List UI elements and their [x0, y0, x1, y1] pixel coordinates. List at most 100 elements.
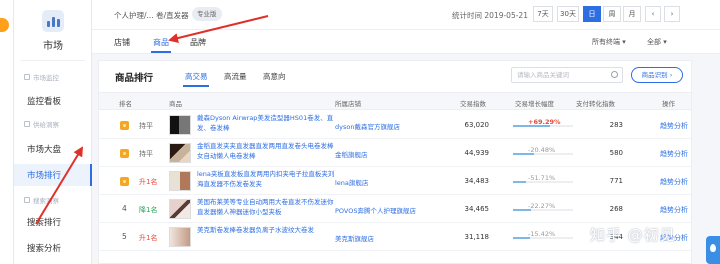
- conversion-index-value: 580: [609, 149, 623, 157]
- range-month-button[interactable]: 月: [623, 6, 641, 22]
- conversion-index-value: 771: [609, 177, 623, 185]
- sidebar-brand[interactable]: 市场: [14, 10, 92, 52]
- trade-growth-value: -20.48%: [528, 146, 556, 154]
- product-thumbnail[interactable]: [169, 199, 191, 219]
- edition-badge: 专业版: [192, 7, 222, 21]
- floating-helper-button[interactable]: [706, 236, 720, 264]
- product-thumbnail[interactable]: [169, 115, 191, 135]
- monitor-icon: [24, 74, 30, 80]
- terminal-select[interactable]: 所有终端 ▾: [592, 37, 626, 47]
- range-day-button[interactable]: 日: [583, 6, 601, 22]
- screen: 市场 市场监控 监控看板 供给洞察 市场大盘 市场排行 搜索洞察 搜索排行 搜索…: [0, 0, 720, 264]
- tab-brand[interactable]: 品牌: [190, 37, 206, 48]
- shop-name-link[interactable]: dyson戴森官方旗舰店: [335, 121, 400, 131]
- subtab-high-traffic[interactable]: 高流量: [224, 71, 247, 82]
- shop-name-link[interactable]: 金稻旗舰店: [335, 149, 368, 159]
- prev-date-button[interactable]: ‹: [645, 6, 661, 22]
- product-thumbnail[interactable]: [169, 143, 191, 163]
- shop-name-link[interactable]: 美克斯旗舰店: [335, 233, 374, 243]
- rank-number: 4: [122, 204, 127, 213]
- supply-icon: [24, 121, 30, 127]
- sidebar-item-label: 监控看板: [27, 97, 62, 107]
- range-week-button[interactable]: 周: [603, 6, 621, 22]
- product-thumbnail[interactable]: [169, 227, 191, 247]
- rank-change: 降1名: [139, 206, 158, 214]
- scope-select[interactable]: 全部 ▾: [647, 37, 667, 47]
- product-name-link[interactable]: lena夹板直发板直发两用内扣夹电子拉直板夹刘海直发器不伤发卷发夹: [197, 170, 339, 189]
- rank-medal-icon: [120, 121, 129, 130]
- col-trade-growth[interactable]: 交易增长幅度: [515, 98, 554, 108]
- trade-index-value: 31,118: [464, 233, 490, 241]
- rank-change: 持平: [139, 122, 153, 130]
- tab-product[interactable]: 商品: [153, 37, 169, 48]
- left-rail: [0, 0, 14, 264]
- trend-analysis-link[interactable]: 趋势分析: [660, 205, 688, 215]
- rank-medal-icon: [120, 149, 129, 158]
- sidebar-item-market-overview[interactable]: 市场大盘: [14, 138, 92, 160]
- tab-shop[interactable]: 店铺: [114, 37, 130, 48]
- trend-analysis-link[interactable]: 趋势分析: [660, 121, 688, 131]
- product-search-input[interactable]: 请输入商品关键词: [511, 67, 623, 83]
- trade-growth-value: +69.29%: [528, 118, 561, 126]
- col-shop: 所属店铺: [335, 100, 361, 108]
- trend-analysis-link[interactable]: 趋势分析: [660, 149, 688, 159]
- col-product: 商品: [169, 100, 182, 108]
- search-placeholder: 请输入商品关键词: [517, 71, 569, 79]
- sidebar-divider: [20, 60, 85, 61]
- stat-time: 统计时间 2019-05-21: [452, 11, 528, 20]
- shop-name-link[interactable]: POVOS奔腾个人护理旗舰店: [335, 205, 416, 215]
- sidebar-item-label: 市场排行: [27, 171, 62, 181]
- next-date-button[interactable]: ›: [664, 6, 680, 22]
- sidebar-item-label: 市场大盘: [27, 145, 62, 155]
- col-rank: 排名: [119, 100, 132, 108]
- table-row: 4 降1名 美国布莱美等专业自动两用大卷直发不伤发迷你直发器懒人神器迷你小型夹板 PO…: [99, 195, 691, 223]
- trade-index-value: 34,483: [464, 177, 490, 185]
- trade-index-value: 34,465: [464, 205, 490, 213]
- shop-name-link[interactable]: lena旗舰店: [335, 177, 368, 187]
- sidebar: 市场 市场监控 监控看板 供给洞察 市场大盘 市场排行 搜索洞察 搜索排行 搜索…: [14, 0, 92, 264]
- sidebar-section-supply: 供给洞察: [24, 119, 59, 129]
- rank-change: 升1名: [139, 234, 158, 242]
- sidebar-section-label: 搜索洞察: [33, 197, 59, 205]
- col-action: 操作: [662, 100, 675, 108]
- col-conversion-index[interactable]: 支付转化指数: [576, 98, 615, 108]
- product-identify-button[interactable]: 商品识别 ›: [631, 67, 683, 83]
- rank-change: 持平: [139, 150, 153, 158]
- table-row: 持平 戴森Dyson Airwrap美发造型器HS01卷发、直发、卷发棒 dyson…: [99, 111, 691, 139]
- watermark: 知乎 @初见: [590, 226, 676, 244]
- sidebar-item-label: 搜索分析: [27, 244, 62, 254]
- sidebar-brand-label: 市场: [43, 41, 63, 52]
- market-chart-icon: [42, 10, 64, 32]
- sidebar-item-monitor-board[interactable]: 监控看板: [14, 90, 92, 112]
- active-subtab-underline: [183, 85, 209, 87]
- sidebar-section-search: 搜索洞察: [24, 195, 59, 205]
- search-insight-icon: [24, 197, 30, 203]
- product-name-link[interactable]: 戴森Dyson Airwrap美发造型器HS01卷发、直发、卷发棒: [197, 114, 339, 133]
- rank-medal-icon: [120, 177, 129, 186]
- product-name-link[interactable]: 美克斯卷发棒卷发器负离子水波纹大卷发: [197, 226, 339, 236]
- range-30d-button[interactable]: 30天: [557, 6, 579, 22]
- trend-analysis-link[interactable]: 趋势分析: [660, 177, 688, 187]
- sidebar-item-market-ranking[interactable]: 市场排行: [14, 164, 92, 186]
- table-row: 升1名 lena夹板直发板直发两用内扣夹电子拉直板夹刘海直发器不伤发卷发夹 lena…: [99, 167, 691, 195]
- search-icon[interactable]: [611, 71, 618, 78]
- range-7d-button[interactable]: 7天: [533, 6, 553, 22]
- conversion-index-value: 283: [609, 121, 623, 129]
- category-breadcrumb[interactable]: 个人护理/... 卷/直发器: [114, 10, 189, 21]
- sidebar-section-label: 供给洞察: [33, 121, 59, 129]
- trade-index-value: 63,020: [464, 121, 490, 129]
- product-name-link[interactable]: 金稻直发夹夹直发器直发两用直发卷头电卷发棒女自动懒人电卷发棒: [197, 142, 339, 161]
- subtab-high-trade[interactable]: 高交易: [185, 71, 208, 82]
- sidebar-item-search-ranking[interactable]: 搜索排行: [14, 211, 92, 233]
- product-name-link[interactable]: 美国布莱美等专业自动两用大卷直发不伤发迷你直发器懒人神器迷你小型夹板: [197, 198, 339, 217]
- trade-growth-value: -51.71%: [528, 174, 556, 182]
- table-row: 持平 金稻直发夹夹直发器直发两用直发卷头电卷发棒女自动懒人电卷发棒 金稻旗舰店 44,…: [99, 139, 691, 167]
- trade-growth-value: -22.27%: [528, 202, 556, 210]
- sidebar-item-search-analysis[interactable]: 搜索分析: [14, 237, 92, 259]
- rank-change: 升1名: [139, 178, 158, 186]
- product-thumbnail[interactable]: [169, 171, 191, 191]
- active-tab-underline: [151, 51, 171, 53]
- col-trade-index[interactable]: 交易指数: [460, 98, 486, 108]
- subtab-high-intent[interactable]: 高意向: [263, 71, 286, 82]
- conversion-index-value: 268: [609, 205, 623, 213]
